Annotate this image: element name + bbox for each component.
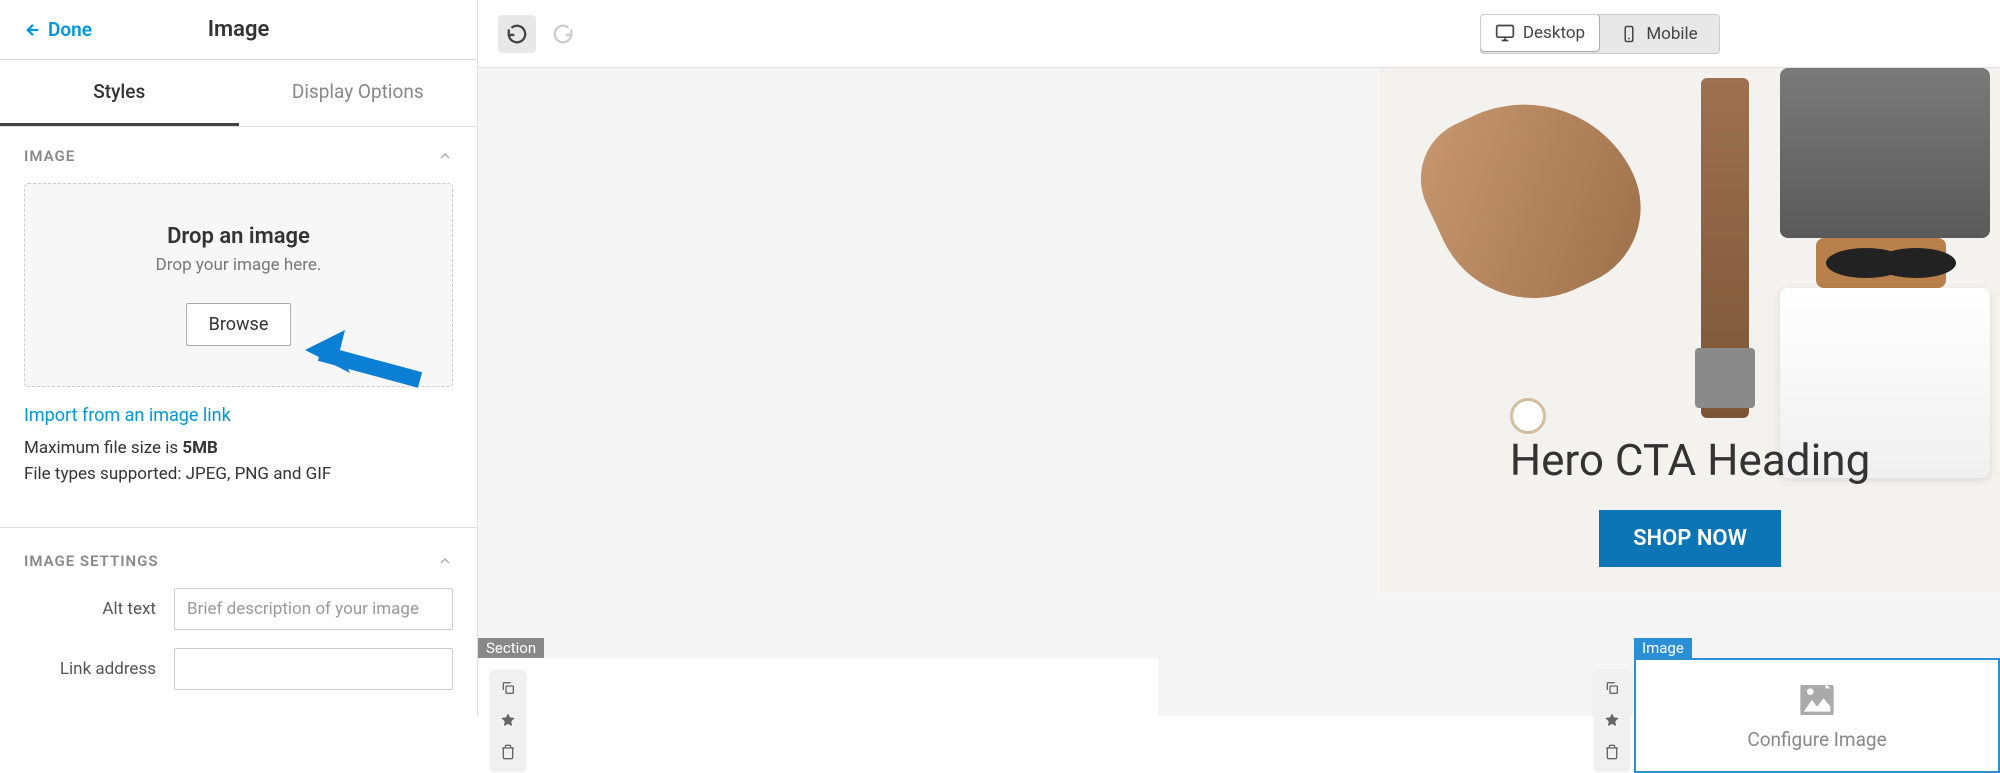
max-size-prefix: Maximum file size is bbox=[24, 438, 182, 458]
settings-panel: Done Image Styles Display Options IMAGE … bbox=[0, 0, 478, 716]
import-from-link[interactable]: Import from an image link bbox=[24, 405, 231, 426]
trash-icon bbox=[1604, 744, 1620, 760]
star-icon bbox=[500, 712, 516, 728]
image-section: IMAGE Drop an image Drop your image here… bbox=[0, 127, 477, 507]
undo-redo-group bbox=[498, 15, 582, 53]
arrow-left-icon bbox=[24, 21, 42, 39]
desktop-label: Desktop bbox=[1523, 23, 1585, 43]
copy-icon bbox=[500, 680, 516, 696]
canvas-toolbar: Desktop Mobile bbox=[478, 0, 2000, 68]
settings-section-header[interactable]: IMAGE SETTINGS bbox=[24, 552, 453, 570]
panel-header: Done Image bbox=[0, 0, 477, 60]
redo-button bbox=[544, 15, 582, 53]
link-address-label: Link address bbox=[24, 659, 174, 679]
configure-image-text: Configure Image bbox=[1747, 728, 1886, 751]
mobile-view-button[interactable]: Mobile bbox=[1599, 15, 1719, 53]
image-settings-section: IMAGE SETTINGS Alt text Link address bbox=[0, 528, 477, 732]
shop-now-button[interactable]: SHOP NOW bbox=[1599, 510, 1781, 567]
chevron-up-icon bbox=[437, 148, 453, 164]
image-block-toolbar bbox=[1594, 670, 1630, 770]
done-label: Done bbox=[48, 18, 92, 41]
copy-icon bbox=[1604, 680, 1620, 696]
dropzone-subtitle: Drop your image here. bbox=[45, 255, 432, 275]
image-section-title: IMAGE bbox=[24, 147, 75, 165]
panel-title: Image bbox=[208, 17, 270, 42]
image-placeholder-icon bbox=[1797, 680, 1837, 720]
section-block-toolbar bbox=[490, 670, 526, 770]
settings-section-title: IMAGE SETTINGS bbox=[24, 552, 159, 570]
chevron-up-icon bbox=[437, 553, 453, 569]
product-glasses-case bbox=[1816, 238, 1946, 288]
alt-text-input[interactable] bbox=[174, 588, 453, 630]
hero-heading[interactable]: Hero CTA Heading bbox=[1510, 434, 1871, 486]
product-belt bbox=[1701, 78, 1749, 418]
file-types: File types supported: JPEG, PNG and GIF bbox=[24, 464, 331, 484]
mobile-label: Mobile bbox=[1646, 24, 1697, 44]
alt-text-row: Alt text bbox=[24, 588, 453, 630]
device-toggle: Desktop Mobile bbox=[1480, 14, 1720, 54]
delete-section-button[interactable] bbox=[494, 738, 522, 766]
max-size-value: 5MB bbox=[182, 438, 218, 458]
alt-text-label: Alt text bbox=[24, 599, 174, 619]
undo-icon bbox=[506, 23, 528, 45]
section-tag: Section bbox=[478, 638, 544, 658]
image-section-header[interactable]: IMAGE bbox=[24, 147, 453, 165]
tab-styles[interactable]: Styles bbox=[0, 60, 239, 126]
star-icon bbox=[1604, 712, 1620, 728]
browse-button[interactable]: Browse bbox=[186, 303, 292, 346]
favorite-section-button[interactable] bbox=[494, 706, 522, 734]
undo-button[interactable] bbox=[498, 15, 536, 53]
favorite-image-button[interactable] bbox=[1598, 706, 1626, 734]
link-address-input[interactable] bbox=[174, 648, 453, 690]
canvas-area: Desktop Mobile Hero CTA Heading SHOP NOW bbox=[478, 0, 2000, 716]
redo-icon bbox=[552, 23, 574, 45]
file-info: Maximum file size is 5MB File types supp… bbox=[24, 436, 453, 487]
desktop-view-button[interactable]: Desktop bbox=[1480, 14, 1600, 52]
mobile-icon bbox=[1620, 25, 1638, 43]
tab-display-options[interactable]: Display Options bbox=[239, 60, 478, 126]
delete-image-button[interactable] bbox=[1598, 738, 1626, 766]
copy-section-button[interactable] bbox=[494, 674, 522, 702]
canvas-content: Hero CTA Heading SHOP NOW Section bbox=[478, 68, 2000, 716]
desktop-icon bbox=[1495, 23, 1515, 43]
product-shirt-dark bbox=[1780, 68, 1990, 238]
tabs: Styles Display Options bbox=[0, 60, 477, 127]
image-tag: Image bbox=[1634, 638, 1692, 658]
link-address-row: Link address bbox=[24, 648, 453, 690]
product-shoe bbox=[1401, 68, 1667, 331]
image-dropzone[interactable]: Drop an image Drop your image here. Brow… bbox=[24, 183, 453, 387]
dropzone-title: Drop an image bbox=[45, 224, 432, 249]
done-button[interactable]: Done bbox=[24, 18, 92, 41]
copy-image-button[interactable] bbox=[1598, 674, 1626, 702]
trash-icon bbox=[500, 744, 516, 760]
hero-preview-block[interactable]: Hero CTA Heading SHOP NOW bbox=[1380, 68, 2000, 593]
